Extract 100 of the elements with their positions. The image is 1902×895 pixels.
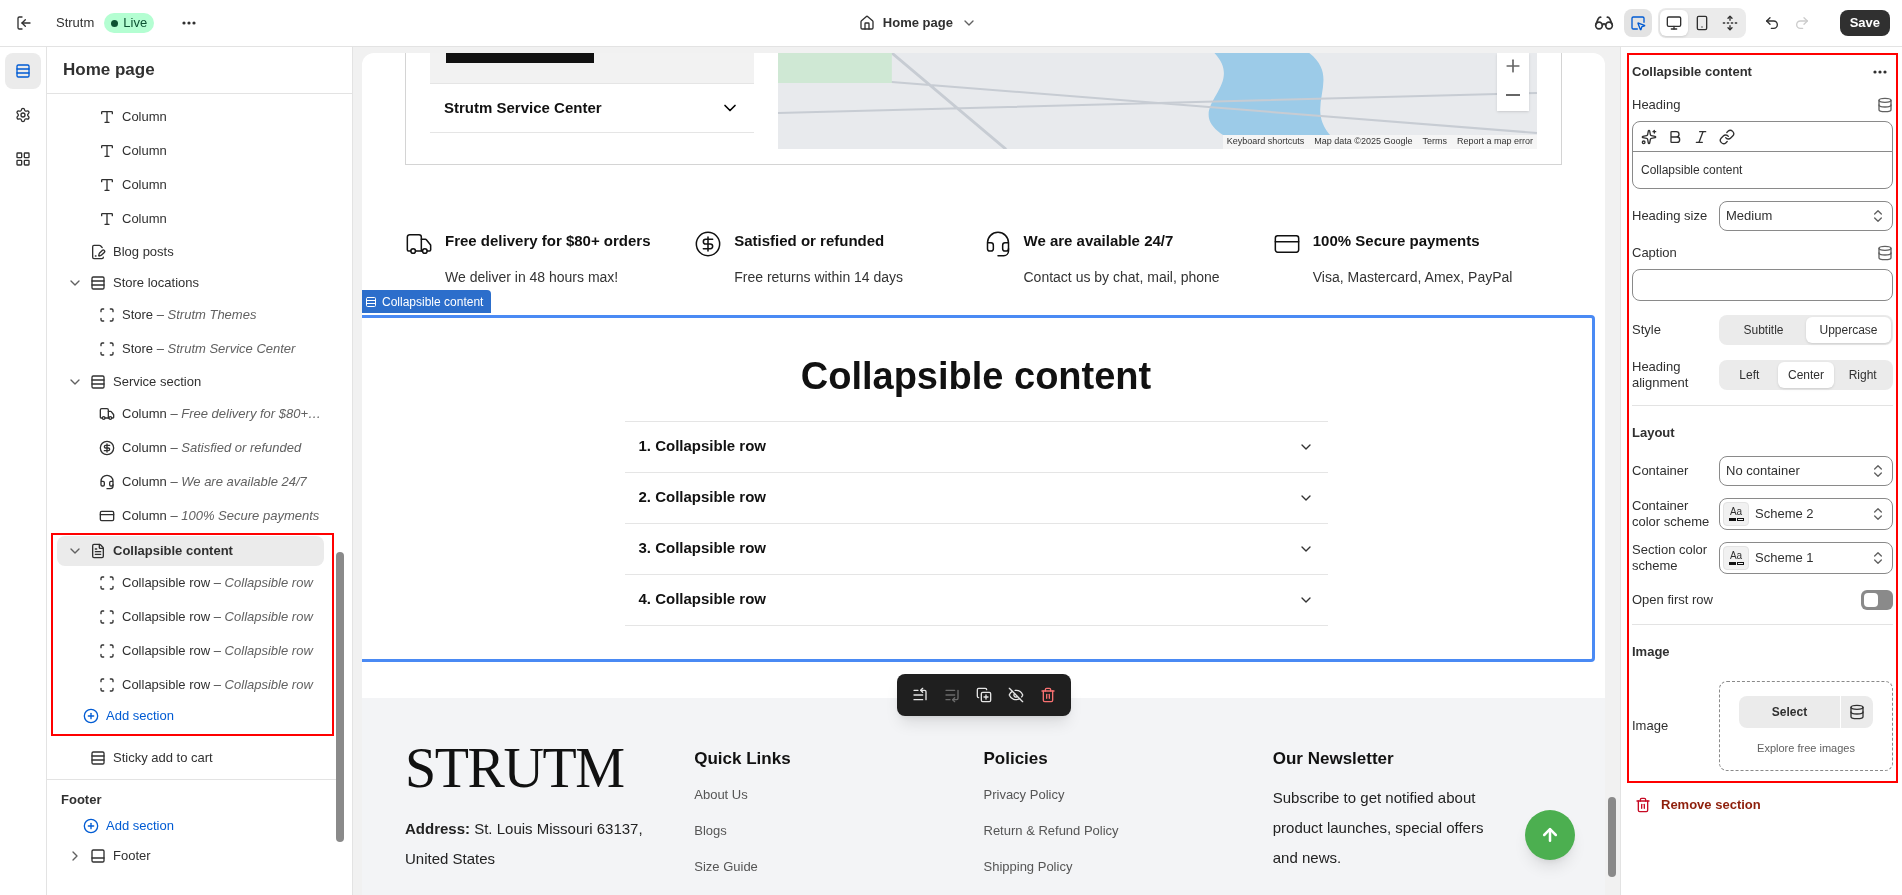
item-label: Column – We are available 24/7 xyxy=(122,473,307,492)
footer-column-title: Our Newsletter xyxy=(1272,747,1395,770)
tree-item[interactable]: Store – Strutm Themes xyxy=(57,300,330,330)
panel-title: Collapsible content xyxy=(1632,63,1752,82)
add-section-link[interactable]: Add section xyxy=(57,702,174,730)
segment-option[interactable]: Left xyxy=(1721,362,1778,388)
footer-column-title: Policies xyxy=(983,747,1049,770)
select-field[interactable]: Medium xyxy=(1719,201,1893,231)
footer-link[interactable]: Blogs xyxy=(694,821,984,857)
tree-item[interactable]: Collapsible row – Collapsible row xyxy=(57,602,324,632)
group-title: Footer xyxy=(60,791,103,810)
tree-item[interactable]: Blog posts xyxy=(57,236,330,267)
item-label: Collapsible content xyxy=(113,541,233,560)
tree-item[interactable]: Column xyxy=(57,102,330,132)
item-label: Column – Satisfied or refunded xyxy=(122,439,302,458)
remove-section-button[interactable]: Remove section xyxy=(1635,795,1898,815)
service-text: Contact us by chat, mail, phone xyxy=(1023,267,1220,287)
footer-column-title: Quick Links xyxy=(694,747,792,770)
status-badge: Live xyxy=(104,13,155,33)
tree-item[interactable]: Column – Satisfied or refunded xyxy=(57,433,330,463)
address-text: Address: St. Louis Missouri 63137, United States xyxy=(405,818,644,869)
item-label: Column – Free delivery for $80+… xyxy=(122,405,322,424)
footer-link[interactable]: Return & Refund Policy xyxy=(983,821,1273,857)
field-label: Open first row xyxy=(1632,592,1713,608)
item-label: Store locations xyxy=(113,273,199,292)
store-name: Strutm xyxy=(56,14,95,33)
save-button[interactable]: Save xyxy=(1839,10,1890,36)
tree-item[interactable]: Column xyxy=(57,170,330,200)
tree-item[interactable]: Collapsible row – Collapsible row xyxy=(57,636,324,666)
segment-option[interactable]: Uppercase xyxy=(1806,317,1891,343)
panel-title: Home page xyxy=(63,59,155,82)
tree-item[interactable]: Collapsible content xyxy=(57,535,324,566)
field-label: Heading size xyxy=(1632,208,1709,224)
footer-link[interactable]: Size Guide xyxy=(694,857,984,893)
tree-item[interactable]: Store – Strutm Service Center xyxy=(57,334,330,364)
item-label: Collapsible row – Collapsible row xyxy=(122,676,313,695)
add-section-link[interactable]: Add section xyxy=(57,812,174,840)
section-tag[interactable]: Collapsible content xyxy=(362,290,492,313)
tree-item[interactable]: Column xyxy=(57,136,330,166)
field-label: Image xyxy=(1632,718,1670,734)
footer-link[interactable]: About Us xyxy=(694,785,984,821)
scheme-select[interactable]: Aa Scheme 2 xyxy=(1719,498,1893,530)
item-label: Collapsible row – Collapsible row xyxy=(122,642,313,661)
collapsible-row[interactable]: 3. Collapsible row xyxy=(624,523,1328,575)
field-label: Container xyxy=(1632,463,1690,479)
tree-item[interactable]: Store locations xyxy=(57,267,330,298)
field-label: Container color scheme xyxy=(1632,498,1711,530)
group-heading: Layout xyxy=(1632,425,1675,440)
tree-item[interactable]: Collapsible row – Collapsible row xyxy=(57,568,324,598)
select-button[interactable]: Select xyxy=(1739,695,1840,728)
section-heading: Collapsible content xyxy=(800,353,1152,399)
tree-item[interactable]: Column xyxy=(57,204,330,234)
service-title: 100% Secure payments xyxy=(1312,231,1481,251)
field-label: Heading xyxy=(1632,97,1681,113)
store-title: Strutm Service Center xyxy=(444,97,602,118)
tree-item[interactable]: Column – 100% Secure payments xyxy=(57,501,330,531)
item-label: Column – 100% Secure payments xyxy=(122,507,320,526)
item-label: Service section xyxy=(113,372,202,391)
tree-item[interactable]: Sticky add to cart xyxy=(57,742,330,773)
field-label: Caption xyxy=(1632,245,1677,261)
item-label: Sticky add to cart xyxy=(113,748,213,767)
service-text: Visa, Mastercard, Amex, PayPal xyxy=(1312,267,1513,287)
newsletter-text: Subscribe to get notified about product launches, special offers and news. xyxy=(1272,788,1485,868)
footer-link[interactable]: Privacy Policy xyxy=(983,785,1273,821)
item-label: Column xyxy=(122,210,167,229)
segment-option[interactable]: Subtitle xyxy=(1721,317,1806,343)
select-field[interactable]: No container xyxy=(1719,456,1893,486)
item-label: Column xyxy=(122,142,167,161)
item-label: Column xyxy=(122,108,167,127)
map-attribution[interactable]: Terms xyxy=(1422,135,1447,149)
service-text: We deliver in 48 hours max! xyxy=(445,267,620,287)
scheme-select[interactable]: Aa Scheme 1 xyxy=(1719,542,1893,574)
item-label: Column xyxy=(122,176,167,195)
tree-item[interactable]: Service section xyxy=(57,366,330,397)
tree-item[interactable]: Footer xyxy=(57,840,318,871)
footer-link[interactable]: Shipping Policy xyxy=(983,857,1273,893)
item-label: Collapsible row – Collapsible row xyxy=(122,574,313,593)
segment-option[interactable]: Right xyxy=(1834,362,1891,388)
field-label: Heading alignment xyxy=(1632,359,1690,391)
heading-value: Collapsible content xyxy=(1641,162,1743,179)
map-attribution[interactable]: Keyboard shortcuts xyxy=(1226,135,1305,149)
tree-item[interactable]: Column – We are available 24/7 xyxy=(57,467,330,497)
map-attribution[interactable]: Report a map error xyxy=(1456,135,1533,149)
service-title: Free delivery for $80+ orders xyxy=(445,231,651,251)
service-title: We are available 24/7 xyxy=(1023,231,1175,251)
rich-text-editor[interactable]: Collapsible content xyxy=(1632,121,1893,189)
collapsible-row[interactable]: 2. Collapsible row xyxy=(624,472,1328,524)
tree-item[interactable]: Collapsible row – Collapsible row xyxy=(57,670,324,700)
collapsible-row[interactable]: 1. Collapsible row xyxy=(624,421,1328,473)
item-label: Collapsible row – Collapsible row xyxy=(122,608,313,627)
service-text: Free returns within 14 days xyxy=(734,267,904,287)
collapsible-row[interactable]: 4. Collapsible row xyxy=(624,574,1328,626)
segment-option[interactable]: Center xyxy=(1777,362,1835,388)
tree-item[interactable]: Column – Free delivery for $80+… xyxy=(57,399,330,429)
page-selector[interactable]: Home page xyxy=(858,13,977,33)
map-attribution[interactable]: Map data ©2025 Google xyxy=(1314,135,1413,149)
explore-images-link[interactable]: Explore free images xyxy=(1757,739,1855,757)
field-label: Style xyxy=(1632,322,1662,338)
field-label: Section color scheme xyxy=(1632,542,1709,574)
item-label: Store – Strutm Service Center xyxy=(122,340,296,359)
